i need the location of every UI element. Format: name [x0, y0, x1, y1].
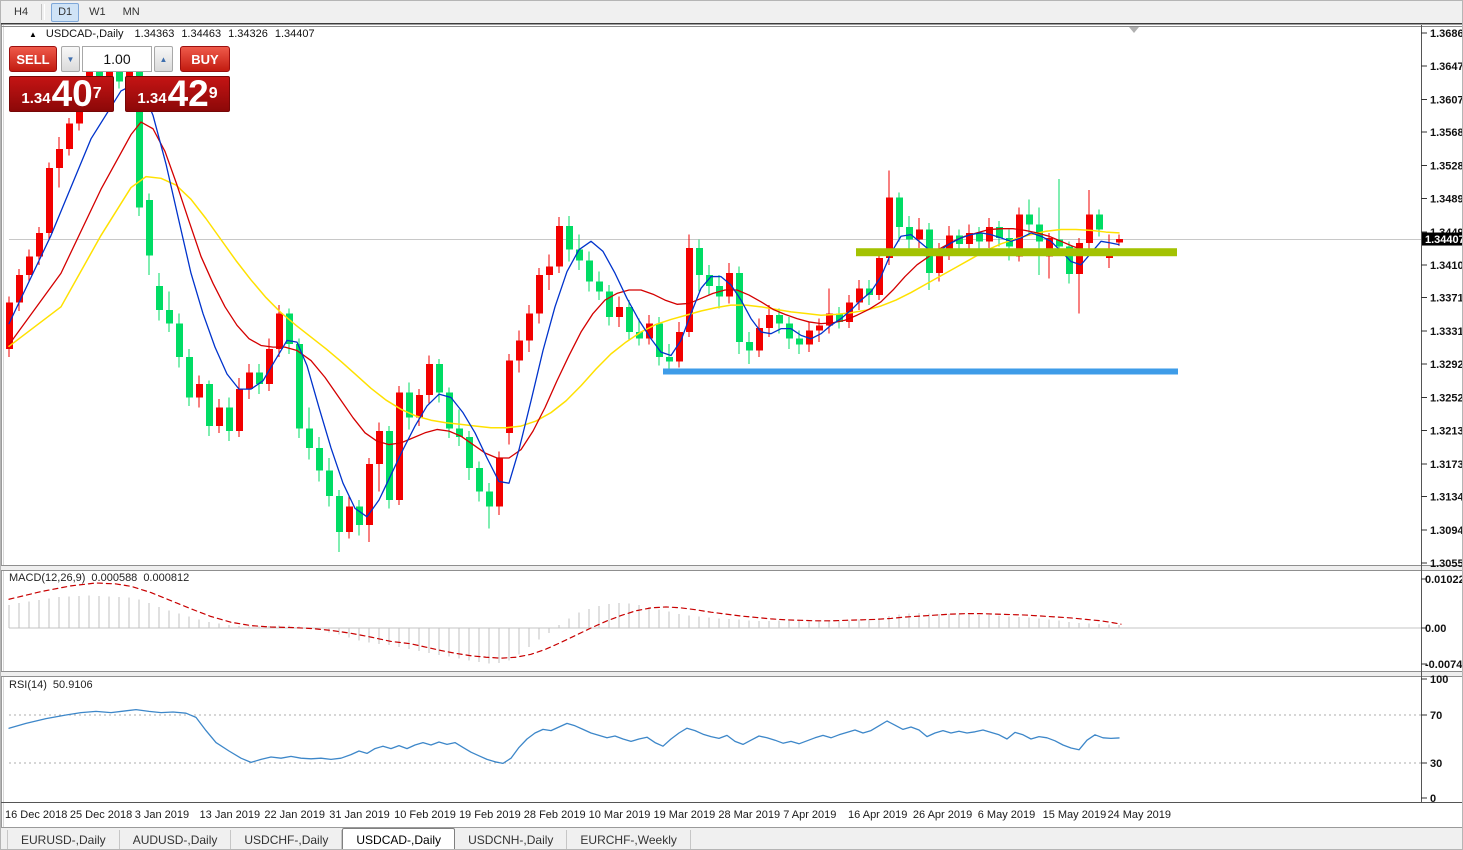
current-price-badge: 1.34407 [1422, 233, 1463, 247]
tab-usdcad-daily[interactable]: USDCAD-,Daily [342, 828, 455, 850]
svg-text:15 May 2019: 15 May 2019 [1043, 809, 1107, 821]
svg-text:0.00: 0.00 [1425, 623, 1446, 635]
chart-symbol-label: USDCAD-,Daily [46, 28, 124, 40]
svg-text:1.30940: 1.30940 [1430, 525, 1463, 537]
svg-text:10 Mar 2019: 10 Mar 2019 [589, 809, 651, 821]
macd-value-main: 0.000588 [91, 572, 137, 584]
rsi-label: RSI(14) [9, 679, 47, 691]
svg-text:1.35680: 1.35680 [1430, 127, 1463, 139]
trading-platform-window: 1.36860 1.36470 1.36070 1.35680 1.35280 1.348… [0, 0, 1463, 850]
svg-text:31 Jan 2019: 31 Jan 2019 [329, 809, 390, 821]
volume-input[interactable] [82, 46, 152, 72]
svg-text:0: 0 [1430, 793, 1436, 805]
svg-text:1.32920: 1.32920 [1430, 359, 1463, 371]
rsi-value: 50.9106 [53, 679, 93, 691]
buy-button[interactable]: BUY [180, 46, 230, 72]
tab-eurusd-daily[interactable]: EURUSD-,Daily [7, 830, 120, 850]
svg-text:1.32130: 1.32130 [1430, 425, 1463, 437]
macd-label: MACD(12,26,9) [9, 572, 85, 584]
tab-usdcnh-daily[interactable]: USDCNH-,Daily [455, 830, 567, 850]
svg-text:3 Jan 2019: 3 Jan 2019 [135, 809, 189, 821]
sell-price-prefix: 1.34 [21, 89, 50, 109]
timeframe-toolbar: H4 D1 W1 MN [1, 1, 1463, 23]
svg-text:1.36070: 1.36070 [1430, 94, 1463, 106]
buy-price-pips: 42 [168, 79, 209, 109]
buy-price-point: 9 [209, 77, 218, 111]
svg-text:1.36470: 1.36470 [1430, 61, 1463, 73]
svg-text:7 Apr 2019: 7 Apr 2019 [783, 809, 836, 821]
svg-text:0.010229: 0.010229 [1425, 574, 1463, 586]
svg-text:16 Dec 2018: 16 Dec 2018 [5, 809, 67, 821]
svg-text:24 May 2019: 24 May 2019 [1107, 809, 1171, 821]
svg-text:28 Feb 2019: 28 Feb 2019 [524, 809, 586, 821]
svg-text:1.36860: 1.36860 [1430, 28, 1463, 40]
svg-text:28 Mar 2019: 28 Mar 2019 [718, 809, 780, 821]
sell-price-pips: 40 [52, 79, 93, 109]
svg-text:100: 100 [1430, 674, 1448, 686]
svg-text:1.34407: 1.34407 [1425, 234, 1463, 246]
svg-text:1.34890: 1.34890 [1430, 193, 1463, 205]
svg-text:19 Feb 2019: 19 Feb 2019 [459, 809, 521, 821]
timeframe-mn-button[interactable]: MN [116, 3, 147, 22]
svg-text:1.32520: 1.32520 [1430, 393, 1463, 405]
svg-text:10 Feb 2019: 10 Feb 2019 [394, 809, 456, 821]
toolbar-separator [41, 4, 45, 20]
svg-text:1.31340: 1.31340 [1430, 492, 1463, 504]
chart-canvas[interactable]: 1.36860 1.36470 1.36070 1.35680 1.35280 1.348… [1, 1, 1463, 850]
svg-text:30: 30 [1430, 758, 1442, 770]
ohlc-high: 1.34463 [181, 28, 221, 40]
spinner-up-icon: ▲ [160, 55, 168, 64]
svg-text:6 May 2019: 6 May 2019 [978, 809, 1035, 821]
svg-text:26 Apr 2019: 26 Apr 2019 [913, 809, 972, 821]
sell-price-point: 7 [93, 77, 102, 111]
svg-text:1.31730: 1.31730 [1430, 459, 1463, 471]
one-click-trading-panel: SELL ▼ ▲ BUY 1.34 40 7 1.34 42 9 [9, 46, 230, 112]
svg-text:70: 70 [1430, 710, 1442, 722]
ohlc-close: 1.34407 [275, 28, 315, 40]
timeframe-h4-button[interactable]: H4 [7, 3, 35, 22]
svg-text:25 Dec 2018: 25 Dec 2018 [70, 809, 132, 821]
rsi-indicator-label: RSI(14) 50.9106 [9, 679, 93, 691]
symbol-tab-bar: EURUSD-,Daily AUDUSD-,Daily USDCHF-,Dail… [1, 827, 1463, 850]
tab-audusd-daily[interactable]: AUDUSD-,Daily [120, 830, 232, 850]
svg-text:22 Jan 2019: 22 Jan 2019 [264, 809, 325, 821]
chart-ohlc-header: ▲ USDCAD-,Daily 1.34363 1.34463 1.34326 … [29, 28, 315, 40]
svg-text:1.33710: 1.33710 [1430, 293, 1463, 305]
svg-text:-0.007477: -0.007477 [1425, 659, 1463, 671]
buy-price-display[interactable]: 1.34 42 9 [125, 76, 230, 112]
collapse-panel-icon[interactable]: ▲ [29, 30, 37, 39]
ohlc-open: 1.34363 [135, 28, 175, 40]
timeframe-d1-button[interactable]: D1 [51, 3, 79, 22]
tab-eurchf-weekly[interactable]: EURCHF-,Weekly [567, 830, 690, 850]
svg-text:1.34100: 1.34100 [1430, 260, 1463, 272]
svg-text:1.33310: 1.33310 [1430, 326, 1463, 338]
ohlc-low: 1.34326 [228, 28, 268, 40]
svg-text:1.35280: 1.35280 [1430, 161, 1463, 173]
svg-text:16 Apr 2019: 16 Apr 2019 [848, 809, 907, 821]
volume-decrease-button[interactable]: ▼ [61, 46, 80, 72]
sell-price-display[interactable]: 1.34 40 7 [9, 76, 114, 112]
svg-text:19 Mar 2019: 19 Mar 2019 [654, 809, 716, 821]
timeframe-w1-button[interactable]: W1 [82, 3, 113, 22]
tab-usdchf-daily[interactable]: USDCHF-,Daily [231, 830, 342, 850]
sell-button[interactable]: SELL [9, 46, 57, 72]
svg-text:13 Jan 2019: 13 Jan 2019 [200, 809, 261, 821]
buy-price-prefix: 1.34 [137, 89, 166, 109]
spinner-down-icon: ▼ [67, 55, 75, 64]
macd-indicator-label: MACD(12,26,9) 0.000588 0.000812 [9, 572, 189, 584]
time-axis[interactable]: 16 Dec 201825 Dec 20183 Jan 2019 13 Jan 2… [5, 809, 1171, 821]
svg-text:1.30550: 1.30550 [1430, 558, 1463, 570]
volume-increase-button[interactable]: ▲ [154, 46, 173, 72]
macd-value-signal: 0.000812 [143, 572, 189, 584]
